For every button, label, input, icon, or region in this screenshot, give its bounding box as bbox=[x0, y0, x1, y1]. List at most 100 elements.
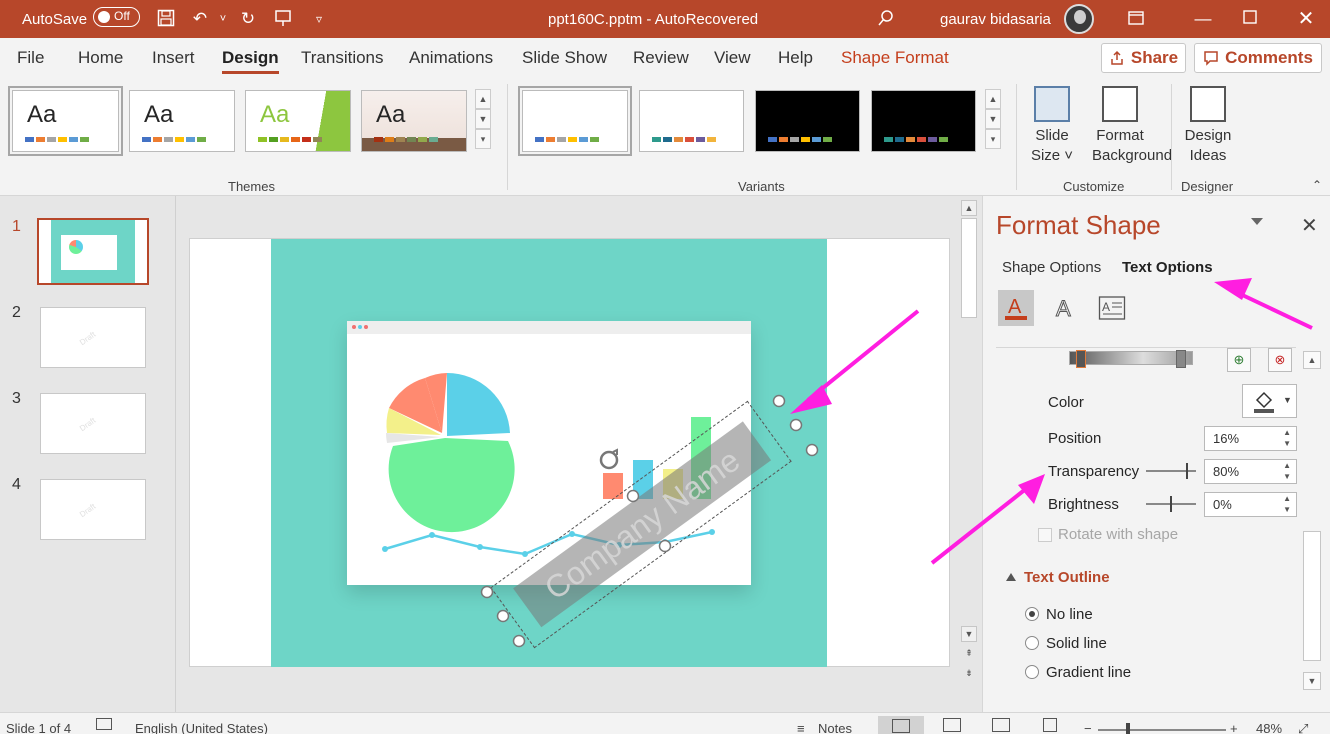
language-label[interactable]: English (United States) bbox=[135, 721, 268, 734]
scroll-down-icon[interactable]: ▼ bbox=[961, 626, 977, 642]
ribbon-display-icon[interactable] bbox=[1126, 9, 1146, 29]
scroll-thumb[interactable] bbox=[1303, 531, 1321, 661]
autosave-toggle[interactable]: Off bbox=[93, 7, 140, 27]
brightness-spinner[interactable]: 0% ▲ ▼ bbox=[1204, 492, 1297, 517]
tab-insert[interactable]: Insert bbox=[152, 48, 195, 68]
gradient-stop[interactable] bbox=[1176, 350, 1186, 368]
collapse-ribbon-icon[interactable]: ⌃ bbox=[1312, 178, 1322, 192]
brightness-slider[interactable] bbox=[1146, 496, 1196, 512]
pane-options-icon[interactable] bbox=[1251, 218, 1263, 225]
tab-file[interactable]: File bbox=[17, 48, 44, 68]
gallery-down-icon[interactable]: ▼ bbox=[475, 109, 491, 129]
notes-label[interactable]: Notes bbox=[818, 721, 852, 734]
minimize-icon[interactable]: — bbox=[1193, 9, 1213, 29]
normal-view-button[interactable] bbox=[878, 716, 924, 734]
previous-slide-icon[interactable]: ⇞ bbox=[961, 646, 977, 662]
scroll-down-icon[interactable]: ▼ bbox=[1303, 672, 1321, 690]
variant-3[interactable] bbox=[755, 90, 860, 152]
gallery-up-icon[interactable]: ▲ bbox=[475, 89, 491, 109]
share-button[interactable]: Share bbox=[1101, 43, 1186, 73]
save-icon[interactable] bbox=[156, 9, 176, 29]
variant-1[interactable] bbox=[518, 86, 632, 156]
present-icon[interactable] bbox=[273, 9, 293, 29]
zoom-slider[interactable] bbox=[1098, 723, 1226, 734]
zoom-thumb[interactable] bbox=[1126, 723, 1130, 734]
spin-up-icon[interactable]: ▲ bbox=[1283, 494, 1291, 503]
slide-thumbnail-3[interactable]: Draft bbox=[40, 393, 146, 454]
next-slide-icon[interactable]: ⇟ bbox=[961, 666, 977, 682]
variants-gallery-scroll[interactable]: ▲ ▼ ▾ bbox=[985, 89, 1001, 151]
theme-office[interactable]: Aa bbox=[8, 86, 123, 156]
comments-button[interactable]: Comments bbox=[1194, 43, 1322, 73]
slide-thumbnail-1[interactable] bbox=[37, 218, 149, 285]
theme-integral[interactable]: Aa bbox=[361, 90, 467, 152]
text-effects-icon[interactable]: A bbox=[1046, 290, 1082, 326]
no-line-radio[interactable] bbox=[1025, 607, 1039, 621]
spin-up-icon[interactable]: ▲ bbox=[1283, 428, 1291, 437]
transparency-slider[interactable] bbox=[1146, 463, 1196, 479]
gallery-more-icon[interactable]: ▾ bbox=[475, 129, 491, 149]
slide-thumbnail-2[interactable]: Draft bbox=[40, 307, 146, 368]
tab-home[interactable]: Home bbox=[78, 48, 123, 68]
tab-help[interactable]: Help bbox=[778, 48, 813, 68]
slide-size-button[interactable]: Slide Size ˅ bbox=[1030, 86, 1074, 166]
themes-gallery-scroll[interactable]: ▲ ▼ ▾ bbox=[475, 89, 491, 151]
avatar[interactable] bbox=[1064, 4, 1094, 34]
undo-icon[interactable]: ↶ bbox=[190, 9, 210, 29]
format-background-button[interactable]: Format Background bbox=[1092, 86, 1172, 166]
slider-thumb[interactable] bbox=[1186, 463, 1188, 479]
spin-down-icon[interactable]: ▼ bbox=[1283, 505, 1291, 514]
gallery-more-icon[interactable]: ▾ bbox=[985, 129, 1001, 149]
gradient-stops-bar[interactable] bbox=[1069, 350, 1193, 368]
collapse-section-icon[interactable] bbox=[1006, 573, 1016, 581]
maximize-icon[interactable] bbox=[1240, 9, 1260, 29]
slide-vertical-scrollbar[interactable]: ▲ ▼ ⇞ ⇟ bbox=[958, 198, 980, 686]
spin-up-icon[interactable]: ▲ bbox=[1283, 461, 1291, 470]
redo-icon[interactable]: ↻ bbox=[238, 9, 258, 29]
slide-thumbnail-4[interactable]: Draft bbox=[40, 479, 146, 540]
close-icon[interactable]: ✕ bbox=[1296, 9, 1316, 29]
tab-shape-format[interactable]: Shape Format bbox=[841, 48, 949, 68]
no-line-label[interactable]: No line bbox=[1046, 606, 1093, 623]
tab-view[interactable]: View bbox=[714, 48, 751, 68]
tab-animations[interactable]: Animations bbox=[409, 48, 493, 68]
pane-close-icon[interactable]: ✕ bbox=[1301, 213, 1318, 238]
zoom-in-icon[interactable]: + bbox=[1230, 721, 1238, 734]
text-outline-header[interactable]: Text Outline bbox=[1024, 569, 1110, 586]
tab-slide-show[interactable]: Slide Show bbox=[522, 48, 607, 68]
notes-icon[interactable]: ≡ bbox=[797, 721, 805, 734]
add-gradient-stop-icon[interactable]: ⊕ bbox=[1227, 348, 1251, 372]
theme-office-2[interactable]: Aa bbox=[129, 90, 235, 152]
gradient-stop[interactable] bbox=[1076, 350, 1086, 368]
gallery-up-icon[interactable]: ▲ bbox=[985, 89, 1001, 109]
gradient-line-radio[interactable] bbox=[1025, 665, 1039, 679]
tab-text-options[interactable]: Text Options bbox=[1122, 259, 1213, 276]
scroll-up-icon[interactable]: ▲ bbox=[1303, 351, 1321, 369]
solid-line-radio[interactable] bbox=[1025, 636, 1039, 650]
scroll-thumb[interactable] bbox=[961, 218, 977, 318]
spin-down-icon[interactable]: ▼ bbox=[1283, 472, 1291, 481]
color-picker-button[interactable]: ▼ bbox=[1242, 384, 1297, 418]
scroll-up-icon[interactable]: ▲ bbox=[961, 200, 977, 216]
search-icon[interactable] bbox=[876, 9, 896, 29]
transparency-spinner[interactable]: 80% ▲ ▼ bbox=[1204, 459, 1297, 484]
variant-4[interactable] bbox=[871, 90, 976, 152]
zoom-out-icon[interactable]: − bbox=[1084, 721, 1092, 734]
undo-dropdown-icon[interactable]: ˅ bbox=[213, 9, 233, 29]
zoom-level[interactable]: 48% bbox=[1256, 721, 1282, 734]
position-spinner[interactable]: 16% ▲ ▼ bbox=[1204, 426, 1297, 451]
slider-thumb[interactable] bbox=[1170, 496, 1172, 512]
slide-sorter-icon[interactable] bbox=[943, 718, 961, 732]
fit-slide-icon[interactable]: ⤢ bbox=[1298, 721, 1308, 734]
spin-down-icon[interactable]: ▼ bbox=[1283, 439, 1291, 448]
remove-gradient-stop-icon[interactable]: ⊗ bbox=[1268, 348, 1292, 372]
gradient-line-label[interactable]: Gradient line bbox=[1046, 664, 1131, 681]
reading-view-icon[interactable] bbox=[992, 718, 1010, 732]
rotate-with-shape-checkbox[interactable] bbox=[1038, 528, 1052, 542]
customize-qat-icon[interactable]: ▿ bbox=[309, 9, 329, 29]
slideshow-view-icon[interactable] bbox=[1043, 718, 1057, 732]
design-ideas-button[interactable]: Design Ideas bbox=[1184, 86, 1232, 166]
gallery-down-icon[interactable]: ▼ bbox=[985, 109, 1001, 129]
spelling-icon[interactable] bbox=[96, 718, 112, 730]
solid-line-label[interactable]: Solid line bbox=[1046, 635, 1107, 652]
